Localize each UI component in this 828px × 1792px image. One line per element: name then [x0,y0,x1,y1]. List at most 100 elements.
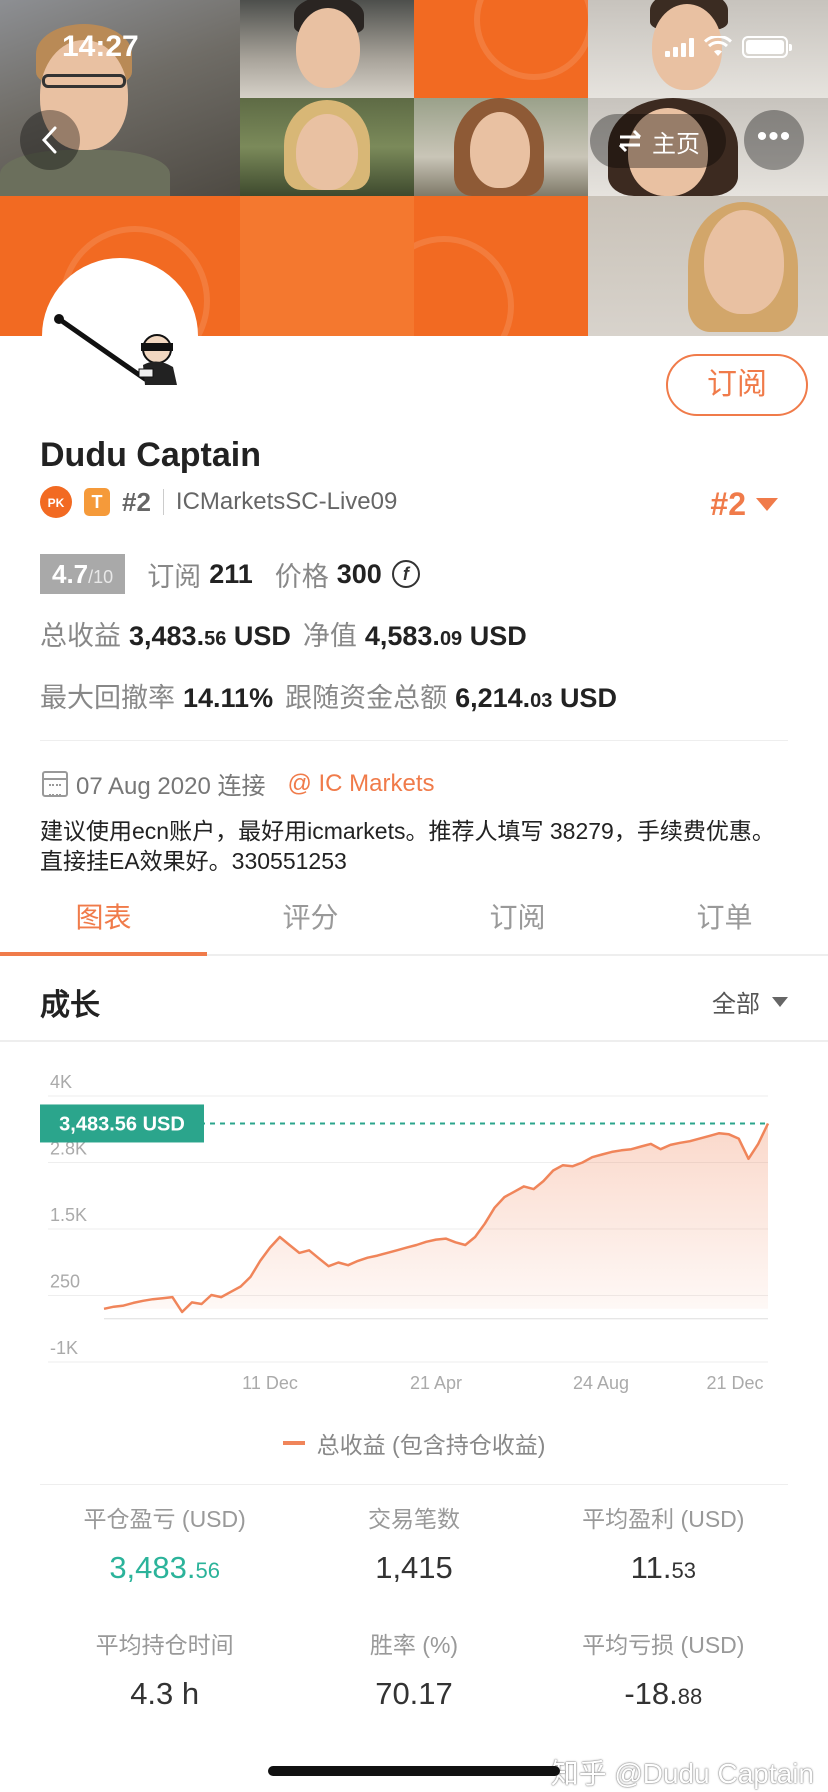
x-tick-label: 24 Aug [573,1373,629,1393]
follow-funds-label: 跟随资金总额 [285,683,448,713]
growth-chart: 4K 2.8K 1.5K 250 -1K 3,483.56 USD 11 Dec 21 Apr… [0,1060,828,1400]
chart-legend: 总收益 (包含持仓收益) [0,1426,828,1460]
trader-name: Dudu Captain [40,436,261,474]
battery-icon [742,36,792,58]
metric-cell: 平仓盈亏 (USD) 3,483.56 [40,1500,289,1586]
account-name: ICMarketsSC-Live09 [175,488,398,515]
status-time: 14:27 [62,30,139,63]
rank-dropdown[interactable]: #2 [710,486,778,523]
legend-swatch [282,1441,305,1445]
wifi-icon [704,36,732,56]
home-button[interactable]: 主页 [590,114,726,168]
banner-tile [240,196,414,336]
equity-label: 净值 [302,621,357,651]
x-tick-label: 21 Apr [410,1373,462,1393]
section-header: 成长 全部 [0,958,828,1042]
x-tick-label: 21 Dec [706,1373,763,1393]
banner-photo [588,196,828,336]
metric-cell: 平均持仓时间 4.3 h [40,1626,289,1712]
banner-photo [240,0,414,98]
home-indicator [268,1766,560,1776]
rank-label: #2 [122,486,151,517]
tab-orders[interactable]: 订单 [621,890,828,954]
y-tick-label: 1.5K [50,1205,87,1225]
tab-chart[interactable]: 图表 [0,890,207,956]
y-tick-label: -1K [50,1338,78,1358]
metric-label: 平均盈利 (USD) [582,1506,745,1532]
tier-badge: T [84,488,110,516]
divider [162,489,164,515]
price-label: 价格 [274,561,329,592]
subs-value: 211 [209,558,253,589]
home-label: 主页 [652,130,700,158]
connect-date: 07 Aug 2020 连接 [76,773,266,800]
divider [40,1484,788,1485]
banner-photo [414,98,588,196]
divider [40,740,788,741]
rating-row: 4.7/10 订阅 211 价格 300 f [40,554,420,594]
banner-tile [414,0,588,98]
pk-badge-icon: PK [40,486,72,518]
caret-down-icon [772,996,788,1007]
equity-value: 4,583.09 USD [364,621,527,651]
tab-rating[interactable]: 评分 [207,890,414,954]
chevron-left-icon [41,126,57,154]
metric-cell: 胜率 (%) 70.17 [289,1626,538,1712]
tab-bar: 图表 评分 订阅 订单 [0,890,828,956]
status-icons [665,36,792,58]
back-button[interactable] [20,110,80,170]
badge-row: PK T #2 ICMarketsSC-Live09 [40,486,397,518]
metrics-grid: 平仓盈亏 (USD) 3,483.56 交易笔数 1,415 平均盈利 (USD) 11.… [40,1500,788,1712]
metric-value: -18.88 [624,1676,703,1711]
metric-label: 平仓盈亏 (USD) [83,1506,246,1532]
total-profit-label: 总收益 [40,621,121,651]
signal-icon [665,37,694,57]
metric-value: 3,483.56 [109,1550,220,1585]
swap-icon [618,129,642,153]
broker-link[interactable]: @ IC Markets [287,770,434,798]
y-tick-label: 4K [50,1072,72,1092]
banner-photo [240,98,414,196]
banner-tile [414,196,588,336]
subs-label: 订阅 [147,561,202,592]
total-profit-value: 3,483.56 USD [129,621,291,651]
metric-label: 平均持仓时间 [95,1632,234,1658]
metric-value: 4.3 h [130,1676,200,1711]
metric-value: 1,415 [375,1550,453,1585]
subscribe-button[interactable]: 订阅 [666,354,808,416]
watermark: 知乎 @Dudu Captain [550,1758,814,1789]
coin-icon: f [391,560,420,588]
connect-row: 07 Aug 2020 连接 @ IC Markets [42,766,435,801]
rank-value: #2 [710,486,746,522]
metric-cell: 平均盈利 (USD) 11.53 [539,1500,788,1586]
more-button[interactable]: ••• [744,110,804,170]
legend-label: 总收益 (包含持仓收益) [316,1432,546,1458]
avatar-image [54,314,177,385]
filter-label: 全部 [712,991,760,1018]
metric-label: 胜率 (%) [369,1632,459,1658]
avatar[interactable] [42,258,198,414]
metric-cell: 平均亏损 (USD) -18.88 [539,1626,788,1712]
metric-value: 70.17 [375,1676,453,1711]
tab-subscription[interactable]: 订阅 [414,890,621,954]
metric-label: 交易笔数 [367,1506,460,1532]
current-value-label: 3,483.56 USD [59,1113,185,1135]
metric-label: 平均亏损 (USD) [582,1632,745,1658]
follow-funds-value: 6,214.03 USD [455,683,617,713]
description: 建议使用ecn账户，最好用icmarkets。推荐人填写 38279，手续费优惠… [40,818,775,874]
calendar-icon [42,770,68,797]
caret-down-icon [756,498,778,511]
y-tick-label: 250 [50,1272,80,1292]
profit-row: 总收益 3,483.56 USD 净值 4,583.09 USD [40,614,539,653]
series-area [104,1123,768,1312]
metric-value: 11.53 [630,1550,696,1585]
metric-cell: 交易笔数 1,415 [289,1500,538,1586]
price-value: 300 [336,558,382,589]
drawdown-value: 14.11% [183,683,274,713]
chart-svg: 4K2.8K1.5K250-1K3,483.56 USD11 Dec 21 Apr… [40,1072,770,1393]
range-filter[interactable]: 全部 [712,984,788,1019]
rating-badge: 4.7/10 [40,554,126,594]
drawdown-label: 最大回撤率 [40,683,175,713]
section-title: 成长 [40,989,100,1022]
x-tick-label: 11 Dec [242,1373,298,1393]
